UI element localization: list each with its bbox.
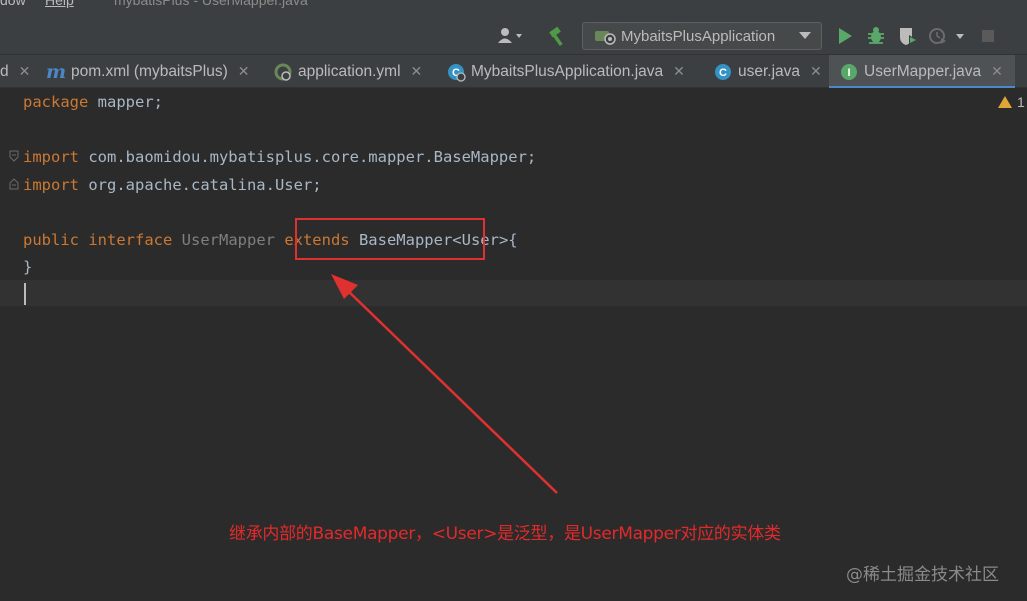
- tab-label: MybaitsPlusApplication.java: [471, 62, 664, 80]
- class-icon: C: [713, 62, 733, 82]
- tab-truncated[interactable]: d ✕: [0, 55, 38, 88]
- toolbar: MybaitsPlusApplication: [0, 18, 1027, 54]
- svg-text:I: I: [847, 67, 850, 79]
- menu-item-window[interactable]: dow: [0, 0, 26, 8]
- tab-label: UserMapper.java: [864, 62, 982, 80]
- svg-text:C: C: [719, 67, 727, 79]
- spring-boot-class-icon: C: [446, 62, 466, 82]
- profile-icon[interactable]: [928, 24, 968, 48]
- maven-icon: m: [45, 60, 67, 83]
- close-icon[interactable]: ✕: [991, 63, 1003, 80]
- close-icon[interactable]: ✕: [810, 63, 822, 80]
- tab-label: user.java: [738, 62, 801, 80]
- code-editor[interactable]: 1 package mapper; import com.baomidou.my…: [0, 88, 1027, 601]
- tab-mybaitsplusapplication[interactable]: C MybaitsPlusApplication.java ✕: [446, 55, 685, 88]
- debug-icon[interactable]: [864, 24, 888, 48]
- menu-item-help[interactable]: Help: [45, 0, 74, 8]
- editor-tab-bar: d ✕ m pom.xml (mybaitsPlus) ✕ applicatio…: [0, 54, 1027, 89]
- interface-icon: I: [839, 62, 859, 82]
- run-configuration-label: MybaitsPlusApplication: [621, 27, 776, 45]
- spring-config-icon: [273, 62, 293, 82]
- user-icon[interactable]: [494, 24, 528, 48]
- tab-user-java[interactable]: C user.java ✕: [713, 55, 822, 88]
- tab-usermapper-java[interactable]: I UserMapper.java ✕: [829, 55, 1015, 89]
- tab-application-yml[interactable]: application.yml ✕: [273, 55, 422, 88]
- tab-label: pom.xml (mybaitsPlus): [71, 62, 228, 80]
- coverage-icon[interactable]: [896, 24, 920, 48]
- run-configuration-select[interactable]: MybaitsPlusApplication: [582, 22, 822, 50]
- close-icon[interactable]: ✕: [673, 63, 685, 80]
- spring-boot-config-icon: [593, 26, 617, 46]
- window-title: mybatisPlus - UserMapper.java: [114, 0, 308, 8]
- build-hammer-icon[interactable]: [545, 24, 571, 48]
- chevron-down-icon: [799, 32, 811, 39]
- stop-icon[interactable]: [978, 24, 998, 48]
- close-icon[interactable]: ✕: [238, 63, 250, 80]
- tab-label: application.yml: [298, 62, 401, 80]
- tab-label: d: [0, 62, 9, 80]
- run-icon[interactable]: [834, 24, 856, 48]
- menu-bar: dow Help mybatisPlus - UserMapper.java: [0, 0, 1027, 18]
- close-icon[interactable]: ✕: [19, 63, 31, 80]
- tab-pom-xml[interactable]: m pom.xml (mybaitsPlus) ✕: [44, 55, 250, 88]
- watermark: @稀土掘金技术社区: [846, 565, 999, 585]
- close-icon[interactable]: ✕: [411, 63, 423, 80]
- annotation-text: 继承内部的BaseMapper，<User>是泛型，是UserMapper对应的…: [229, 524, 781, 544]
